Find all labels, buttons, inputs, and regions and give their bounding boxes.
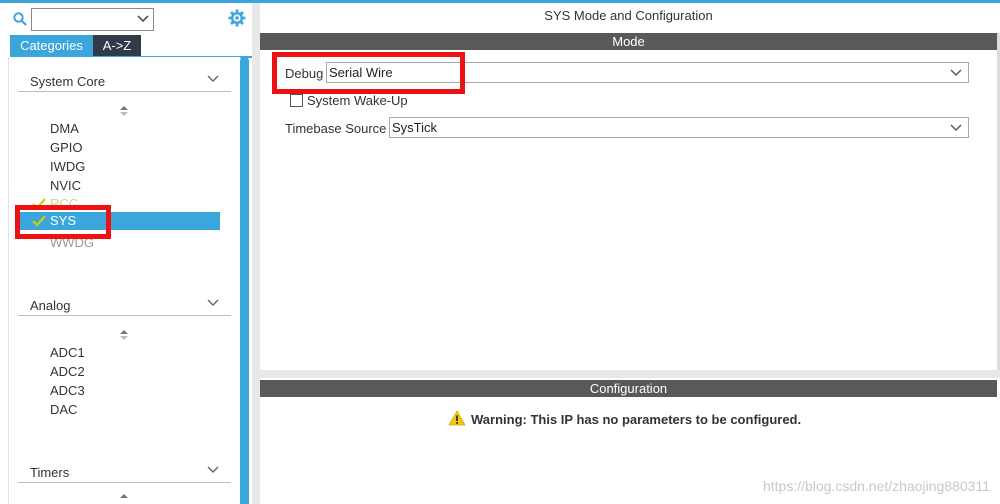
warning-text: Warning: This IP has no parameters to be… [471, 412, 802, 427]
list-item-iwdg[interactable]: IWDG [50, 158, 85, 176]
search-input[interactable] [31, 8, 154, 31]
chevron-down-icon[interactable] [207, 74, 219, 84]
system-wakeup-label: System Wake-Up [307, 93, 408, 108]
category-header-system-core[interactable]: System Core [18, 70, 231, 92]
panel-title: SYS Mode and Configuration [544, 8, 713, 23]
scroll-up-arrow-icon[interactable] [119, 105, 129, 117]
category-list [8, 57, 240, 504]
category-list-scrollbar[interactable] [240, 57, 249, 504]
gear-icon[interactable] [228, 9, 246, 27]
scroll-up-arrow-icon[interactable] [119, 493, 129, 504]
search-icon[interactable] [13, 12, 27, 26]
list-item-dma[interactable]: DMA [50, 120, 79, 138]
category-header-timers[interactable]: Timers [18, 461, 231, 483]
scroll-up-arrow-icon[interactable] [119, 329, 129, 341]
watermark: https://blog.csdn.net/zhaojing880311 [762, 478, 990, 494]
list-item-adc2[interactable]: ADC2 [50, 363, 85, 381]
system-wakeup-checkbox[interactable] [290, 94, 303, 107]
list-item-adc1[interactable]: ADC1 [50, 344, 85, 362]
chevron-down-icon[interactable] [137, 14, 149, 24]
timebase-source-label: Timebase Source [285, 121, 387, 136]
category-label: System Core [30, 74, 106, 89]
highlight-box-debug [272, 52, 465, 94]
category-header-analog[interactable]: Analog [18, 294, 231, 316]
timebase-source-value: SysTick [392, 120, 438, 135]
chevron-down-icon[interactable] [950, 68, 962, 78]
list-item-dac[interactable]: DAC [50, 401, 77, 419]
category-label: Timers [30, 465, 70, 480]
configuration-header: Configuration [260, 380, 997, 397]
panel-splitter[interactable] [252, 3, 260, 504]
mode-header: Mode [260, 33, 997, 50]
list-item-adc3[interactable]: ADC3 [50, 382, 85, 400]
tab-a-to-z[interactable]: A->Z [93, 35, 141, 56]
list-item-gpio[interactable]: GPIO [50, 139, 83, 157]
tab-categories[interactable]: Categories [10, 35, 93, 56]
timebase-source-select[interactable]: SysTick [389, 117, 969, 138]
section-splitter[interactable] [260, 370, 1000, 378]
highlight-box-sys [15, 205, 111, 239]
mode-configuration-panel: SYS Mode and Configuration Mode Debug Se… [260, 3, 1000, 504]
warning-icon [448, 410, 466, 426]
chevron-down-icon[interactable] [207, 465, 219, 475]
list-item-nvic[interactable]: NVIC [50, 177, 81, 195]
chevron-down-icon[interactable] [950, 123, 962, 133]
category-label: Analog [30, 298, 71, 313]
chevron-down-icon[interactable] [207, 298, 219, 308]
